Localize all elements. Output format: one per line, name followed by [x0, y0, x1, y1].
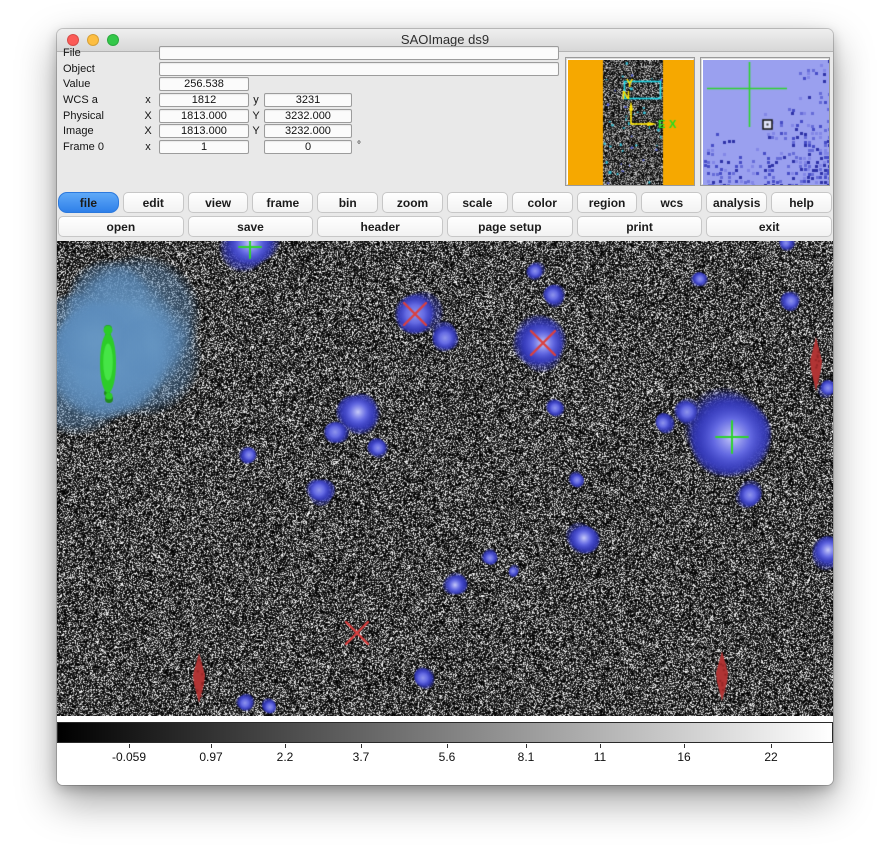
colorbar-tick-label: 8.1 [518, 750, 535, 764]
frame-zoom-field[interactable] [159, 140, 249, 154]
physical-y-label: Y [249, 110, 263, 122]
frame-rotate-field[interactable] [264, 140, 352, 154]
colorbar-tick-mark [771, 744, 772, 748]
file-action-button-exit[interactable]: exit [706, 216, 832, 237]
wcs-x-field[interactable] [159, 93, 249, 107]
menu-button-bin[interactable]: bin [317, 192, 378, 213]
file-action-button-open[interactable]: open [58, 216, 184, 237]
file-action-button-save[interactable]: save [188, 216, 314, 237]
colorbar-tick-label: 0.97 [199, 750, 222, 764]
colorbar-gradient[interactable] [57, 722, 833, 743]
image-x-field[interactable] [159, 124, 249, 138]
panner-canvas[interactable] [568, 60, 694, 185]
magnifier-canvas[interactable] [703, 60, 829, 185]
file-action-button-page-setup[interactable]: page setup [447, 216, 573, 237]
image-y-label: Y [249, 125, 263, 137]
colorbar-tick-label: -0.059 [112, 750, 146, 764]
physical-y-field[interactable] [264, 109, 352, 123]
menu-button-wcs[interactable]: wcs [641, 192, 702, 213]
magnifier-panel [700, 57, 830, 186]
image-label: Image [63, 125, 94, 137]
wcs-x-label: x [141, 94, 155, 106]
colorbar-tick-mark [600, 744, 601, 748]
file-action-button-header[interactable]: header [317, 216, 443, 237]
menu-bar-file-actions: opensaveheaderpage setupprintexit [58, 216, 832, 237]
wcs-y-field[interactable] [264, 93, 352, 107]
image-y-field[interactable] [264, 124, 352, 138]
colorbar-section: -0.059 0.97 2.2 3.7 5.6 8.1 11 16 22 [57, 716, 833, 785]
image-x-label: X [141, 125, 155, 137]
menu-button-analysis[interactable]: analysis [706, 192, 767, 213]
colorbar-tick-mark [129, 744, 130, 748]
value-label: Value [63, 78, 90, 90]
colorbar-tick-mark [361, 744, 362, 748]
file-field[interactable] [159, 46, 559, 60]
colorbar-tick-mark [211, 744, 212, 748]
colorbar-tick-label: 16 [677, 750, 690, 764]
minimize-button[interactable] [87, 34, 99, 46]
close-button[interactable] [67, 34, 79, 46]
file-label: File [63, 47, 81, 59]
menu-button-edit[interactable]: edit [123, 192, 184, 213]
menu-button-help[interactable]: help [771, 192, 832, 213]
ds9-window: SAOImage ds9 File Object Value WCS a x y… [57, 29, 833, 785]
menu-button-zoom[interactable]: zoom [382, 192, 443, 213]
panner-panel [565, 57, 695, 186]
object-field[interactable] [159, 62, 559, 76]
frame-label: Frame 0 [63, 141, 104, 153]
colorbar-tick-label: 11 [594, 750, 606, 764]
degree-label: ° [357, 140, 361, 151]
colorbar-tick-mark [684, 744, 685, 748]
colorbar-tick-mark [285, 744, 286, 748]
window-title: SAOImage ds9 [401, 32, 489, 47]
menu-bar-primary: fileeditviewframebinzoomscalecolorregion… [58, 192, 832, 213]
object-label: Object [63, 63, 95, 75]
menu-button-frame[interactable]: frame [252, 192, 313, 213]
menu-button-file[interactable]: file [58, 192, 119, 213]
physical-x-field[interactable] [159, 109, 249, 123]
colorbar-tick-mark [447, 744, 448, 748]
main-image-canvas[interactable] [57, 241, 833, 716]
colorbar-tick-label: 22 [764, 750, 777, 764]
value-field[interactable] [159, 77, 249, 91]
colorbar-tick-mark [526, 744, 527, 748]
zoom-button[interactable] [107, 34, 119, 46]
frame-x-label: x [141, 141, 155, 153]
wcs-y-label: y [249, 94, 263, 106]
colorbar-tick-label: 5.6 [439, 750, 456, 764]
colorbar-tick-label: 2.2 [277, 750, 294, 764]
wcs-label: WCS a [63, 94, 98, 106]
colorbar-tick-label: 3.7 [353, 750, 370, 764]
menu-button-color[interactable]: color [512, 192, 573, 213]
physical-x-label: X [141, 110, 155, 122]
file-action-button-print[interactable]: print [577, 216, 703, 237]
physical-label: Physical [63, 110, 104, 122]
menu-button-scale[interactable]: scale [447, 192, 508, 213]
menu-button-region[interactable]: region [577, 192, 638, 213]
desktop: { "window": { "title": "SAOImage ds9" },… [0, 0, 889, 862]
menu-button-view[interactable]: view [188, 192, 249, 213]
